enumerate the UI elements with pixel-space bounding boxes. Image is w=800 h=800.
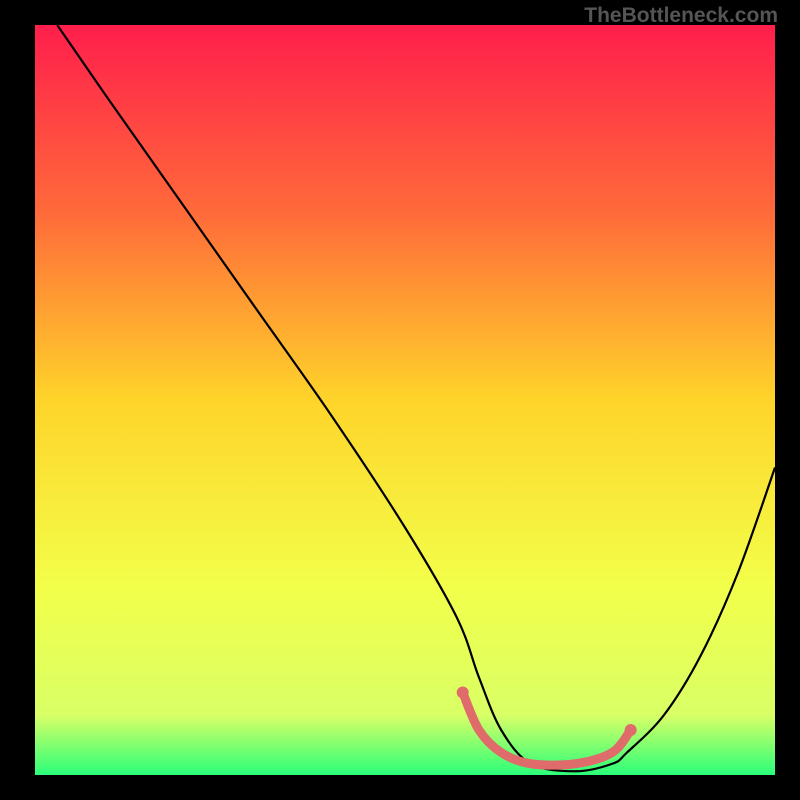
gradient-background xyxy=(35,25,775,775)
watermark-text: TheBottleneck.com xyxy=(584,4,778,28)
highlight-endpoint xyxy=(457,687,469,699)
plot-area xyxy=(35,25,775,775)
chart-svg xyxy=(35,25,775,775)
highlight-endpoint xyxy=(625,724,637,736)
chart-container: TheBottleneck.com xyxy=(0,0,800,800)
